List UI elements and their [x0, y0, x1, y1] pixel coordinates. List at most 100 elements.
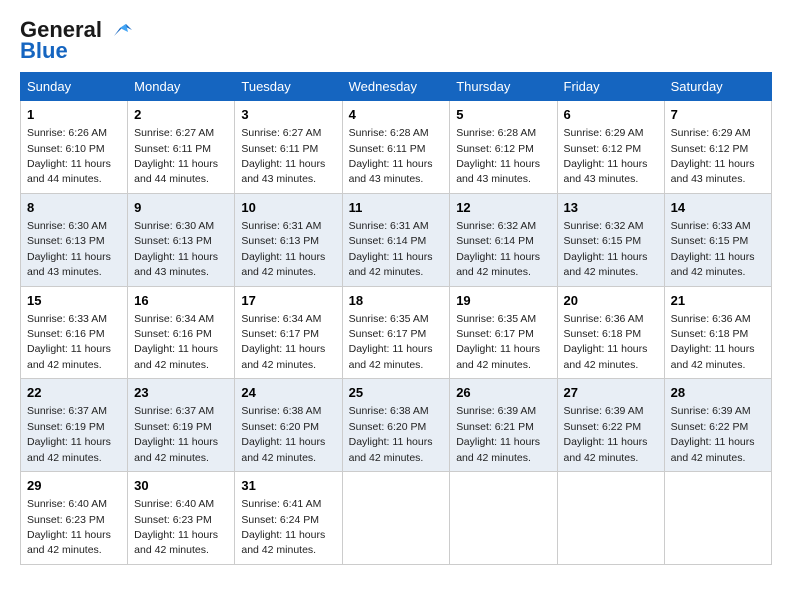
day-number: 21	[671, 292, 765, 310]
day-info: Sunrise: 6:40 AMSunset: 6:23 PMDaylight:…	[27, 498, 111, 556]
day-number: 22	[27, 384, 121, 402]
day-number: 20	[564, 292, 658, 310]
day-info: Sunrise: 6:38 AMSunset: 6:20 PMDaylight:…	[349, 405, 433, 463]
header-friday: Friday	[557, 73, 664, 101]
table-cell: 4Sunrise: 6:28 AMSunset: 6:11 PMDaylight…	[342, 101, 450, 194]
table-cell: 5Sunrise: 6:28 AMSunset: 6:12 PMDaylight…	[450, 101, 557, 194]
header-thursday: Thursday	[450, 73, 557, 101]
day-number: 3	[241, 106, 335, 124]
day-number: 14	[671, 199, 765, 217]
day-info: Sunrise: 6:30 AMSunset: 6:13 PMDaylight:…	[134, 220, 218, 278]
table-cell: 6 Sunrise: 6:29 AMSunset: 6:12 PMDaylight…	[557, 101, 664, 194]
day-info: Sunrise: 6:29 AMSunset: 6:12 PMDaylight:…	[564, 127, 648, 185]
table-cell: 10 Sunrise: 6:31 AMSunset: 6:13 PMDayligh…	[235, 193, 342, 286]
table-cell: 15 Sunrise: 6:33 AMSunset: 6:16 PMDayligh…	[21, 286, 128, 379]
table-cell: 28 Sunrise: 6:39 AMSunset: 6:22 PMDayligh…	[664, 379, 771, 472]
day-info: Sunrise: 6:31 AMSunset: 6:13 PMDaylight:…	[241, 220, 325, 278]
table-cell	[450, 472, 557, 565]
day-number: 11	[349, 199, 444, 217]
day-info: Sunrise: 6:41 AMSunset: 6:24 PMDaylight:…	[241, 498, 325, 556]
day-number: 13	[564, 199, 658, 217]
day-info: Sunrise: 6:39 AMSunset: 6:21 PMDaylight:…	[456, 405, 540, 463]
week-row-5: 29 Sunrise: 6:40 AMSunset: 6:23 PMDayligh…	[21, 472, 772, 565]
day-info: Sunrise: 6:36 AMSunset: 6:18 PMDaylight:…	[564, 313, 648, 371]
table-cell	[342, 472, 450, 565]
day-info: Sunrise: 6:33 AMSunset: 6:15 PMDaylight:…	[671, 220, 755, 278]
day-info: Sunrise: 6:28 AMSunset: 6:11 PMDaylight:…	[349, 127, 433, 185]
table-cell: 16 Sunrise: 6:34 AMSunset: 6:16 PMDayligh…	[128, 286, 235, 379]
table-cell: 2Sunrise: 6:27 AMSunset: 6:11 PMDaylight…	[128, 101, 235, 194]
day-number: 5	[456, 106, 550, 124]
day-info: Sunrise: 6:30 AMSunset: 6:13 PMDaylight:…	[27, 220, 111, 278]
day-info: Sunrise: 6:26 AMSunset: 6:10 PMDaylight:…	[27, 127, 111, 185]
day-number: 17	[241, 292, 335, 310]
calendar-table: SundayMondayTuesdayWednesdayThursdayFrid…	[20, 72, 772, 565]
table-cell: 25 Sunrise: 6:38 AMSunset: 6:20 PMDayligh…	[342, 379, 450, 472]
logo: General Blue	[20, 16, 134, 64]
day-info: Sunrise: 6:33 AMSunset: 6:16 PMDaylight:…	[27, 313, 111, 371]
table-cell: 23 Sunrise: 6:37 AMSunset: 6:19 PMDayligh…	[128, 379, 235, 472]
day-number: 8	[27, 199, 121, 217]
week-row-2: 8 Sunrise: 6:30 AMSunset: 6:13 PMDaylight…	[21, 193, 772, 286]
day-info: Sunrise: 6:27 AMSunset: 6:11 PMDaylight:…	[241, 127, 325, 185]
table-cell: 11 Sunrise: 6:31 AMSunset: 6:14 PMDayligh…	[342, 193, 450, 286]
table-cell: 7 Sunrise: 6:29 AMSunset: 6:12 PMDaylight…	[664, 101, 771, 194]
day-info: Sunrise: 6:37 AMSunset: 6:19 PMDaylight:…	[134, 405, 218, 463]
table-cell: 26 Sunrise: 6:39 AMSunset: 6:21 PMDayligh…	[450, 379, 557, 472]
day-number: 27	[564, 384, 658, 402]
day-number: 30	[134, 477, 228, 495]
day-info: Sunrise: 6:39 AMSunset: 6:22 PMDaylight:…	[564, 405, 648, 463]
week-row-1: 1 Sunrise: 6:26 AMSunset: 6:10 PMDaylight…	[21, 101, 772, 194]
day-number: 6	[564, 106, 658, 124]
day-number: 16	[134, 292, 228, 310]
day-number: 1	[27, 106, 121, 124]
table-cell: 17 Sunrise: 6:34 AMSunset: 6:17 PMDayligh…	[235, 286, 342, 379]
week-row-4: 22 Sunrise: 6:37 AMSunset: 6:19 PMDayligh…	[21, 379, 772, 472]
day-info: Sunrise: 6:27 AMSunset: 6:11 PMDaylight:…	[134, 127, 218, 185]
table-cell: 21 Sunrise: 6:36 AMSunset: 6:18 PMDayligh…	[664, 286, 771, 379]
day-number: 25	[349, 384, 444, 402]
day-info: Sunrise: 6:29 AMSunset: 6:12 PMDaylight:…	[671, 127, 755, 185]
day-number: 10	[241, 199, 335, 217]
table-cell: 3 Sunrise: 6:27 AMSunset: 6:11 PMDaylight…	[235, 101, 342, 194]
table-cell	[557, 472, 664, 565]
table-cell: 18 Sunrise: 6:35 AMSunset: 6:17 PMDayligh…	[342, 286, 450, 379]
table-cell: 29 Sunrise: 6:40 AMSunset: 6:23 PMDayligh…	[21, 472, 128, 565]
table-cell: 9 Sunrise: 6:30 AMSunset: 6:13 PMDaylight…	[128, 193, 235, 286]
calendar-header-row: SundayMondayTuesdayWednesdayThursdayFrid…	[21, 73, 772, 101]
day-info: Sunrise: 6:34 AMSunset: 6:17 PMDaylight:…	[241, 313, 325, 371]
table-cell: 24 Sunrise: 6:38 AMSunset: 6:20 PMDayligh…	[235, 379, 342, 472]
logo-general: General	[20, 17, 102, 42]
table-cell: 27 Sunrise: 6:39 AMSunset: 6:22 PMDayligh…	[557, 379, 664, 472]
day-number: 28	[671, 384, 765, 402]
table-cell: 13 Sunrise: 6:32 AMSunset: 6:15 PMDayligh…	[557, 193, 664, 286]
logo-bird-icon	[106, 16, 134, 44]
table-cell: 19Sunrise: 6:35 AMSunset: 6:17 PMDayligh…	[450, 286, 557, 379]
day-info: Sunrise: 6:36 AMSunset: 6:18 PMDaylight:…	[671, 313, 755, 371]
day-info: Sunrise: 6:39 AMSunset: 6:22 PMDaylight:…	[671, 405, 755, 463]
week-row-3: 15 Sunrise: 6:33 AMSunset: 6:16 PMDayligh…	[21, 286, 772, 379]
table-cell: 20 Sunrise: 6:36 AMSunset: 6:18 PMDayligh…	[557, 286, 664, 379]
header-wednesday: Wednesday	[342, 73, 450, 101]
day-info: Sunrise: 6:35 AMSunset: 6:17 PMDaylight:…	[349, 313, 433, 371]
day-number: 24	[241, 384, 335, 402]
table-cell: 31Sunrise: 6:41 AMSunset: 6:24 PMDayligh…	[235, 472, 342, 565]
day-number: 19	[456, 292, 550, 310]
day-info: Sunrise: 6:38 AMSunset: 6:20 PMDaylight:…	[241, 405, 325, 463]
table-cell: 30Sunrise: 6:40 AMSunset: 6:23 PMDayligh…	[128, 472, 235, 565]
table-cell: 14 Sunrise: 6:33 AMSunset: 6:15 PMDayligh…	[664, 193, 771, 286]
day-number: 18	[349, 292, 444, 310]
day-info: Sunrise: 6:34 AMSunset: 6:16 PMDaylight:…	[134, 313, 218, 371]
table-cell	[664, 472, 771, 565]
day-number: 9	[134, 199, 228, 217]
day-info: Sunrise: 6:32 AMSunset: 6:15 PMDaylight:…	[564, 220, 648, 278]
header-saturday: Saturday	[664, 73, 771, 101]
table-cell: 22Sunrise: 6:37 AMSunset: 6:19 PMDayligh…	[21, 379, 128, 472]
day-number: 29	[27, 477, 121, 495]
day-number: 15	[27, 292, 121, 310]
day-number: 7	[671, 106, 765, 124]
day-number: 12	[456, 199, 550, 217]
day-number: 26	[456, 384, 550, 402]
day-info: Sunrise: 6:31 AMSunset: 6:14 PMDaylight:…	[349, 220, 433, 278]
day-number: 23	[134, 384, 228, 402]
